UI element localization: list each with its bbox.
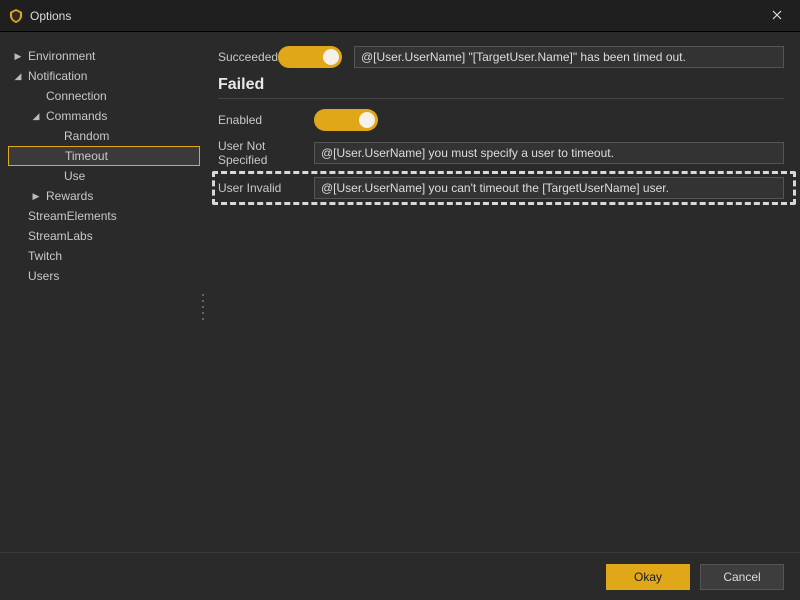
tree-label: Random [64, 129, 109, 143]
succeeded-row: Succeeded [218, 46, 784, 68]
failed-section-title: Failed [218, 76, 784, 94]
user-not-specified-label: User Not Specified [218, 139, 314, 167]
succeeded-text-input[interactable] [354, 46, 784, 68]
titlebar: Options [0, 0, 800, 32]
toggle-knob [359, 112, 375, 128]
tree-item-commands[interactable]: ◢ Commands [8, 106, 200, 126]
tree-label: Connection [46, 89, 107, 103]
tree-label: Twitch [28, 249, 62, 263]
no-expander [48, 170, 60, 182]
tree-label: StreamLabs [28, 229, 93, 243]
tree-item-random[interactable]: Random [8, 126, 200, 146]
tree-label: Commands [46, 109, 107, 123]
close-button[interactable] [754, 0, 800, 32]
user-not-specified-input[interactable] [314, 142, 784, 164]
tree-label: StreamElements [28, 209, 117, 223]
chevron-right-icon: ▶ [30, 190, 42, 202]
options-tree: ▶ Environment ◢ Notification Connection … [0, 32, 200, 552]
app-icon [8, 8, 24, 24]
tree-item-timeout[interactable]: Timeout [8, 146, 200, 166]
no-expander [12, 210, 24, 222]
cancel-button[interactable]: Cancel [700, 564, 784, 590]
content-pane: Succeeded Failed Enabled User Not Specif… [200, 32, 800, 552]
no-expander [12, 250, 24, 262]
toggle-knob [323, 49, 339, 65]
chevron-down-icon: ◢ [12, 70, 24, 82]
tree-item-notification[interactable]: ◢ Notification [8, 66, 200, 86]
tree-label: Rewards [46, 189, 93, 203]
tree-item-environment[interactable]: ▶ Environment [8, 46, 200, 66]
tree-item-twitch[interactable]: Twitch [8, 246, 200, 266]
tree-item-streamlabs[interactable]: StreamLabs [8, 226, 200, 246]
user-invalid-label: User Invalid [218, 181, 314, 195]
succeeded-toggle[interactable] [278, 46, 342, 68]
tree-label: Timeout [65, 149, 108, 163]
okay-button[interactable]: Okay [606, 564, 690, 590]
user-not-specified-row: User Not Specified [218, 139, 784, 167]
chevron-right-icon: ▶ [12, 50, 24, 62]
tree-item-rewards[interactable]: ▶ Rewards [8, 186, 200, 206]
tree-label: Users [28, 269, 59, 283]
tree-label: Environment [28, 49, 95, 63]
dialog-footer: Okay Cancel [0, 552, 800, 600]
divider [218, 98, 784, 99]
close-icon [772, 9, 782, 23]
tree-item-users[interactable]: Users [8, 266, 200, 286]
chevron-down-icon: ◢ [30, 110, 42, 122]
enabled-label: Enabled [218, 113, 314, 127]
succeeded-label: Succeeded [218, 50, 278, 64]
tree-item-connection[interactable]: Connection [8, 86, 200, 106]
no-expander [12, 230, 24, 242]
window-title: Options [30, 9, 71, 23]
tree-item-use[interactable]: Use [8, 166, 200, 186]
user-invalid-input[interactable] [314, 177, 784, 199]
user-invalid-row: User Invalid [218, 177, 784, 199]
no-expander [48, 130, 60, 142]
enabled-row: Enabled [218, 109, 784, 131]
no-expander [49, 150, 61, 162]
failed-enabled-toggle[interactable] [314, 109, 378, 131]
no-expander [30, 90, 42, 102]
tree-label: Notification [28, 69, 87, 83]
no-expander [12, 270, 24, 282]
tree-label: Use [64, 169, 85, 183]
tree-item-streamelements[interactable]: StreamElements [8, 206, 200, 226]
splitter-handle[interactable] [200, 292, 206, 322]
